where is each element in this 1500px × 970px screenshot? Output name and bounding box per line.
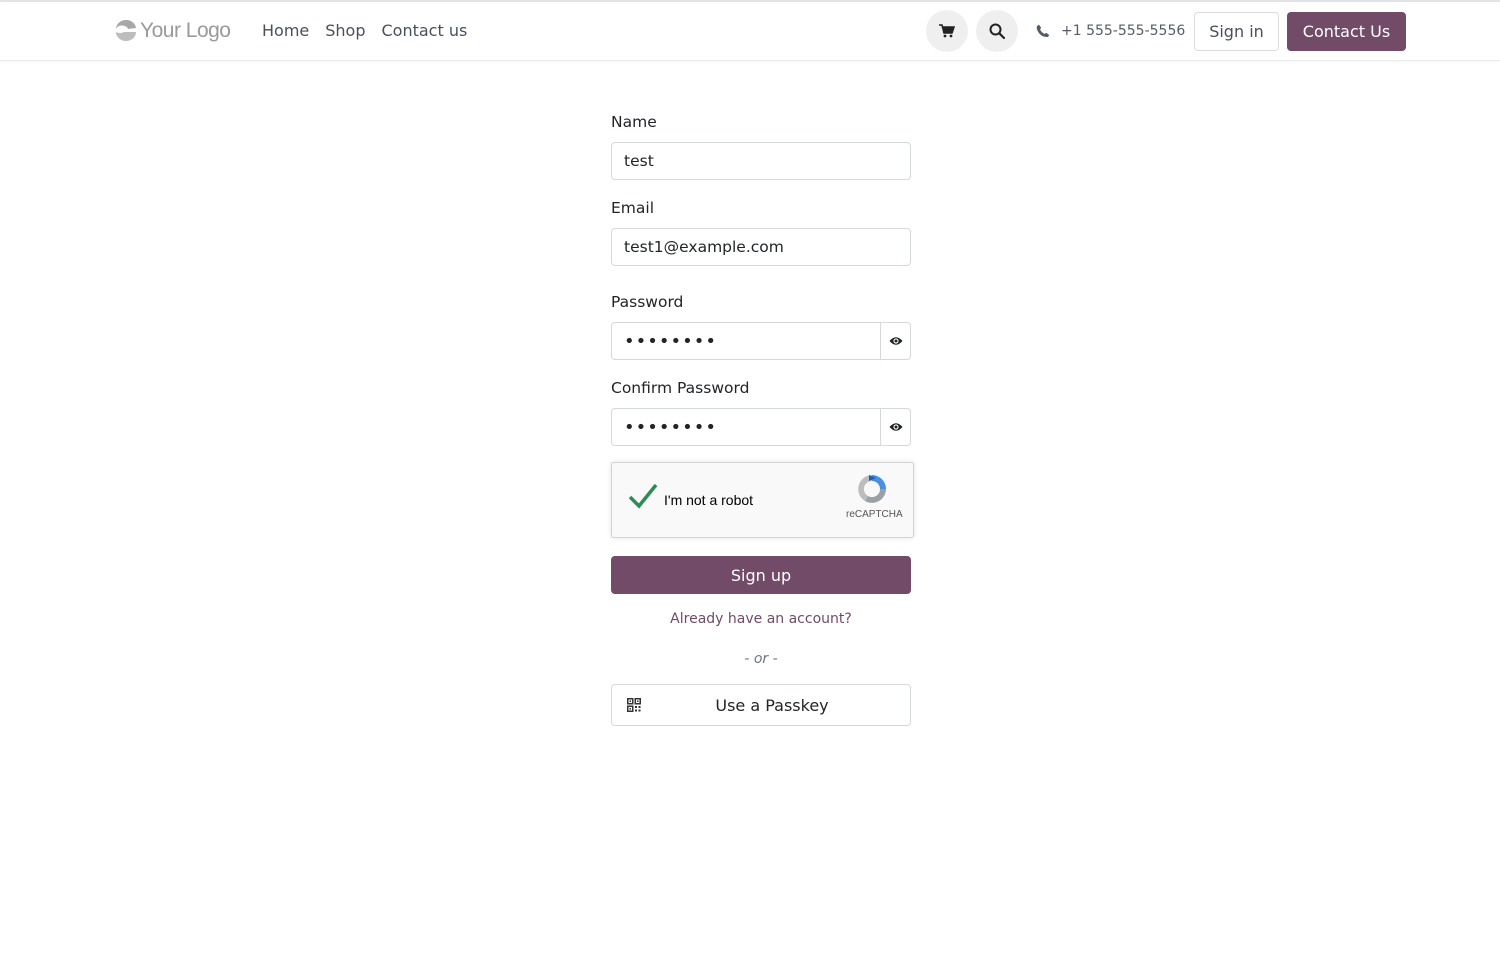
password-input[interactable] [611, 322, 881, 360]
checkmark-icon [628, 483, 658, 509]
nav-contact-us[interactable]: Contact us [382, 21, 468, 41]
nav-shop[interactable]: Shop [325, 21, 365, 41]
logo-mark-icon [115, 20, 136, 41]
show-password-button[interactable] [880, 322, 911, 360]
sign-in-button[interactable]: Sign in [1194, 12, 1279, 51]
main-nav: Home Shop Contact us [262, 21, 483, 41]
search-button[interactable] [976, 10, 1018, 52]
show-confirm-password-button[interactable] [880, 408, 911, 446]
email-input[interactable] [611, 228, 911, 266]
site-header: Your Logo Home Shop Contact us +1 555-55… [0, 2, 1500, 61]
contact-us-button[interactable]: Contact Us [1287, 12, 1406, 51]
site-logo[interactable]: Your Logo [114, 18, 231, 44]
password-group [611, 322, 911, 360]
password-label: Password [611, 293, 684, 311]
passkey-label: Use a Passkey [715, 696, 829, 715]
phone-contact[interactable]: +1 555-555-5556 [1036, 22, 1185, 40]
confirm-password-group [611, 408, 911, 446]
captcha-label: I'm not a robot [664, 492, 754, 508]
cart-button[interactable] [926, 10, 968, 52]
confirm-password-input[interactable] [611, 408, 881, 446]
or-divider: - or - [744, 651, 778, 667]
cart-icon [939, 24, 955, 38]
sign-up-button[interactable]: Sign up [611, 556, 911, 594]
eye-icon [889, 423, 902, 431]
use-passkey-button[interactable]: Use a Passkey [611, 684, 911, 726]
name-label: Name [611, 113, 657, 131]
recaptcha-widget[interactable]: I'm not a robot reCAPTCHA [611, 462, 914, 538]
recaptcha-brand: reCAPTCHA [846, 509, 903, 520]
email-label: Email [611, 199, 655, 217]
already-have-account-link[interactable]: Already have an account? [611, 610, 911, 628]
confirm-password-label: Confirm Password [611, 379, 750, 397]
name-input[interactable] [611, 142, 911, 180]
eye-icon [889, 337, 902, 345]
recaptcha-logo-icon [858, 475, 886, 503]
logo-text: Your Logo [140, 19, 231, 42]
phone-number: +1 555-555-5556 [1061, 23, 1186, 39]
nav-home[interactable]: Home [262, 21, 309, 41]
phone-icon [1036, 24, 1050, 38]
search-icon [989, 23, 1005, 39]
